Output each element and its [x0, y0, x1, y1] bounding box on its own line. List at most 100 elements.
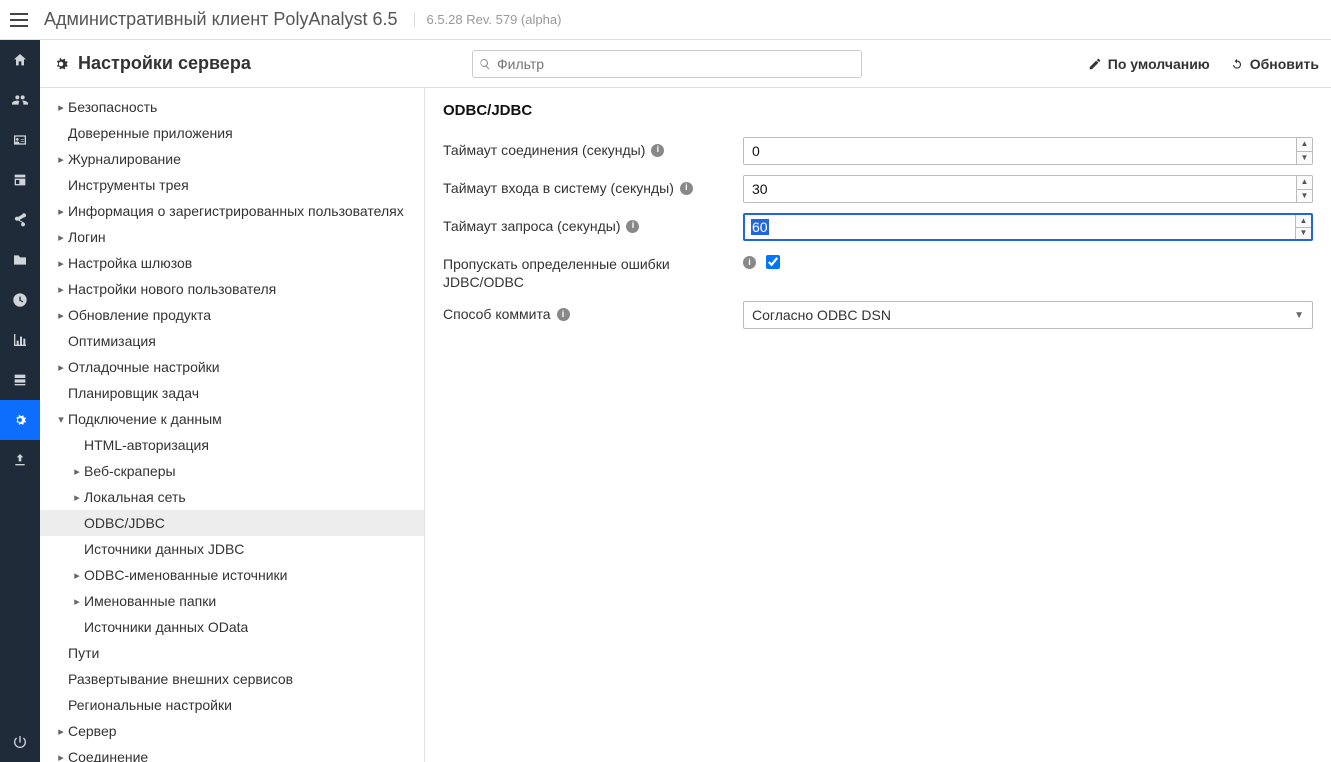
tree-item[interactable]: ▸Локальная сеть: [40, 484, 424, 510]
tree-item[interactable]: Источники данных JDBC: [40, 536, 424, 562]
spin-up[interactable]: ▲: [1296, 215, 1311, 228]
tree-item[interactable]: ▸Журналирование: [40, 146, 424, 172]
tree-toggle-icon[interactable]: ▸: [54, 283, 68, 296]
tree-item-label: Журналирование: [68, 151, 181, 167]
info-icon[interactable]: i: [557, 308, 570, 321]
tree-item[interactable]: ▸Безопасность: [40, 94, 424, 120]
tree-item-label: Настройки нового пользователя: [68, 281, 276, 297]
tree-toggle-icon[interactable]: ▸: [70, 595, 84, 608]
tree-item[interactable]: Источники данных OData: [40, 614, 424, 640]
default-button[interactable]: По умолчанию: [1088, 56, 1210, 72]
tree-item-label: Инструменты трея: [68, 177, 189, 193]
tree-item[interactable]: ▾Подключение к данным: [40, 406, 424, 432]
filter-input[interactable]: [497, 56, 855, 72]
search-icon: [479, 58, 491, 70]
tree-item[interactable]: Пути: [40, 640, 424, 666]
conn-timeout-input[interactable]: ▲▼: [743, 137, 1313, 165]
tree-toggle-icon[interactable]: ▸: [70, 569, 84, 582]
tree-toggle-icon[interactable]: ▸: [54, 725, 68, 738]
tree-item[interactable]: Развертывание внешних сервисов: [40, 666, 424, 692]
tree-toggle-icon[interactable]: ▸: [54, 361, 68, 374]
pen-icon: [1088, 57, 1102, 71]
tree-item[interactable]: Доверенные приложения: [40, 120, 424, 146]
tree-toggle-icon[interactable]: ▸: [54, 231, 68, 244]
id-nav[interactable]: [0, 120, 40, 160]
tree-toggle-icon[interactable]: ▸: [54, 257, 68, 270]
power-nav[interactable]: [0, 722, 40, 762]
tree-item[interactable]: ▸Сервер: [40, 718, 424, 744]
tree-item-label: Пути: [68, 645, 99, 661]
query-timeout-value[interactable]: 60: [745, 215, 1295, 239]
tree-item-label: Веб-скраперы: [84, 463, 176, 479]
power-icon: [12, 734, 28, 750]
info-icon[interactable]: i: [680, 182, 693, 195]
skip-errors-checkbox[interactable]: [766, 255, 780, 269]
spin-down[interactable]: ▼: [1296, 228, 1311, 240]
tree-item-label: Настройка шлюзов: [68, 255, 192, 271]
folder-nav[interactable]: [0, 240, 40, 280]
tree-item[interactable]: ▸Настройки нового пользователя: [40, 276, 424, 302]
tree-item-label: Отладочные настройки: [68, 359, 220, 375]
query-timeout-input[interactable]: 60 ▲▼: [743, 213, 1313, 241]
chevron-down-icon: ▼: [1294, 310, 1304, 321]
tree-item-label: ODBC-именованные источники: [84, 567, 287, 583]
chart-nav[interactable]: [0, 320, 40, 360]
tree-item[interactable]: ▸Настройка шлюзов: [40, 250, 424, 276]
tree-toggle-icon[interactable]: ▸: [70, 491, 84, 504]
tree-toggle-icon[interactable]: ▸: [70, 465, 84, 478]
tree-item[interactable]: ▸Информация о зарегистрированных пользов…: [40, 198, 424, 224]
tree-item-label: Доверенные приложения: [68, 125, 233, 141]
tree-item-label: Соединение: [68, 749, 148, 762]
tree-item[interactable]: Инструменты трея: [40, 172, 424, 198]
tree-toggle-icon[interactable]: ▸: [54, 153, 68, 166]
gears-icon: [52, 55, 70, 73]
server-nav[interactable]: [0, 360, 40, 400]
spin-down[interactable]: ▼: [1297, 190, 1312, 203]
tree-toggle-icon[interactable]: ▸: [54, 205, 68, 218]
page-title: Настройки сервера: [52, 53, 452, 74]
upload-nav[interactable]: [0, 440, 40, 480]
refresh-button[interactable]: Обновить: [1230, 56, 1319, 72]
tree-item[interactable]: ▸Логин: [40, 224, 424, 250]
login-timeout-input[interactable]: ▲▼: [743, 175, 1313, 203]
card-nav[interactable]: [0, 160, 40, 200]
page-header: Настройки сервера По умолчанию Обновить: [40, 40, 1331, 88]
tree-item[interactable]: ▸Соединение: [40, 744, 424, 762]
spin-up[interactable]: ▲: [1297, 176, 1312, 190]
tree-item[interactable]: ODBC/JDBC: [40, 510, 424, 536]
tree-item-label: HTML-авторизация: [84, 437, 209, 453]
tree-item[interactable]: Оптимизация: [40, 328, 424, 354]
hamburger-menu[interactable]: [8, 8, 32, 32]
tree-item[interactable]: HTML-авторизация: [40, 432, 424, 458]
tree-item-label: Источники данных OData: [84, 619, 248, 635]
app-version: 6.5.28 Rev. 579 (alpha): [414, 12, 562, 27]
users-nav[interactable]: [0, 80, 40, 120]
tree-item[interactable]: ▸Отладочные настройки: [40, 354, 424, 380]
tree-item[interactable]: ▸Веб-скраперы: [40, 458, 424, 484]
spin-down[interactable]: ▼: [1297, 152, 1312, 165]
app-title: Административный клиент PolyAnalyst 6.5: [44, 9, 398, 30]
tree-item[interactable]: Региональные настройки: [40, 692, 424, 718]
commit-mode-label: Способ коммита i: [443, 301, 743, 323]
tree-item-label: Обновление продукта: [68, 307, 211, 323]
tree-item[interactable]: ▸Именованные папки: [40, 588, 424, 614]
tree-toggle-icon[interactable]: ▸: [54, 751, 68, 762]
tree-toggle-icon[interactable]: ▸: [54, 101, 68, 114]
commit-mode-select[interactable]: Согласно ODBC DSN ▼: [743, 301, 1313, 329]
gears-nav[interactable]: [0, 400, 40, 440]
tree-item[interactable]: ▸ODBC-именованные источники: [40, 562, 424, 588]
share-nav[interactable]: [0, 200, 40, 240]
tree-item-label: Безопасность: [68, 99, 157, 115]
filter-input-wrap[interactable]: [472, 50, 862, 78]
info-icon[interactable]: i: [743, 256, 756, 269]
info-icon[interactable]: i: [651, 144, 664, 157]
tree-item-label: Развертывание внешних сервисов: [68, 671, 293, 687]
tree-toggle-icon[interactable]: ▾: [54, 413, 68, 426]
tree-item[interactable]: ▸Обновление продукта: [40, 302, 424, 328]
tree-item[interactable]: Планировщик задач: [40, 380, 424, 406]
spin-up[interactable]: ▲: [1297, 138, 1312, 152]
tree-toggle-icon[interactable]: ▸: [54, 309, 68, 322]
info-icon[interactable]: i: [626, 220, 639, 233]
home-nav[interactable]: [0, 40, 40, 80]
clock-nav[interactable]: [0, 280, 40, 320]
